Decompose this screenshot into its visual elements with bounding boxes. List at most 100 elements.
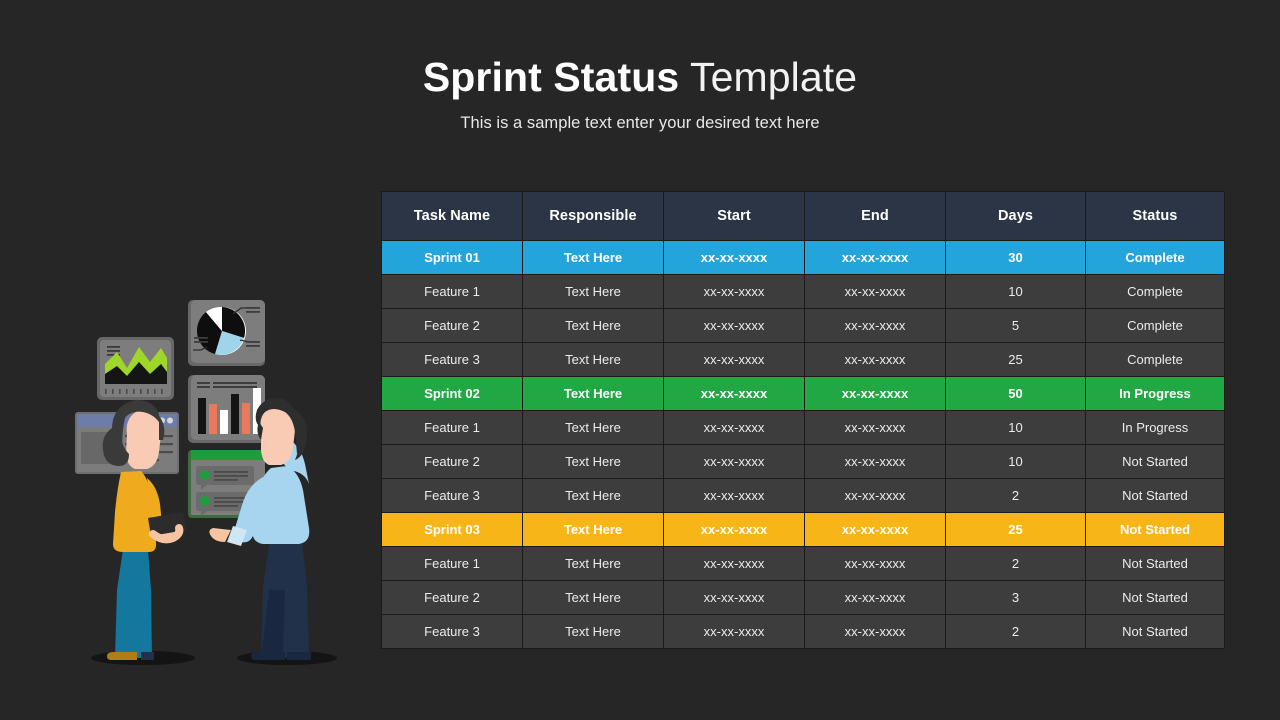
cell-start: xx-xx-xxxx xyxy=(663,240,805,275)
cell-task-name: Feature 2 xyxy=(381,308,523,343)
cell-days: 2 xyxy=(945,478,1086,513)
table-row[interactable]: Feature 2 Text Here xx-xx-xxxx xx-xx-xxxx 5 C… xyxy=(381,308,1225,343)
column-header-end[interactable]: End xyxy=(804,191,946,241)
cell-task-name: Feature 1 xyxy=(381,546,523,581)
cell-status: Not Started xyxy=(1085,546,1225,581)
cell-end: xx-xx-xxxx xyxy=(804,512,946,547)
cell-start: xx-xx-xxxx xyxy=(663,444,805,479)
table-header-row: Task Name Responsible Start End Days Sta… xyxy=(381,191,1225,241)
cell-status: Not Started xyxy=(1085,614,1225,649)
cell-end: xx-xx-xxxx xyxy=(804,546,946,581)
cell-responsible: Text Here xyxy=(522,240,664,275)
cell-days: 25 xyxy=(945,512,1086,547)
cell-task-name: Sprint 01 xyxy=(381,240,523,275)
table-row[interactable]: Feature 2 Text Here xx-xx-xxxx xx-xx-xxxx 10… xyxy=(381,444,1225,479)
cell-status: Not Started xyxy=(1085,444,1225,479)
table-row-sprint[interactable]: Sprint 03 Text Here xx-xx-xxxx xx-xx-xxxx 25… xyxy=(381,512,1225,547)
page-subtitle: This is a sample text enter your desired… xyxy=(460,114,820,132)
area-chart-panel xyxy=(97,337,174,400)
cell-responsible: Text Here xyxy=(522,546,664,581)
cell-days: 25 xyxy=(945,342,1086,377)
cell-task-name: Feature 2 xyxy=(381,444,523,479)
cell-status: In Progress xyxy=(1085,376,1225,411)
cell-responsible: Text Here xyxy=(522,478,664,513)
cell-end: xx-xx-xxxx xyxy=(804,410,946,445)
cell-end: xx-xx-xxxx xyxy=(804,240,946,275)
cell-status: Complete xyxy=(1085,274,1225,309)
cell-start: xx-xx-xxxx xyxy=(663,512,805,547)
page-title-light: Template xyxy=(679,54,858,100)
cell-responsible: Text Here xyxy=(522,444,664,479)
cell-task-name: Feature 1 xyxy=(381,274,523,309)
cell-end: xx-xx-xxxx xyxy=(804,580,946,615)
cell-start: xx-xx-xxxx xyxy=(663,308,805,343)
cell-status: In Progress xyxy=(1085,410,1225,445)
cell-start: xx-xx-xxxx xyxy=(663,478,805,513)
cell-days: 30 xyxy=(945,240,1086,275)
page-title-bold: Sprint Status xyxy=(422,54,680,100)
cell-end: xx-xx-xxxx xyxy=(804,342,946,377)
cell-start: xx-xx-xxxx xyxy=(663,376,805,411)
cell-days: 2 xyxy=(945,614,1086,649)
page-title: Sprint Status Template xyxy=(0,52,1280,102)
cell-task-name: Feature 3 xyxy=(381,478,523,513)
cell-days: 3 xyxy=(945,580,1086,615)
cell-end: xx-xx-xxxx xyxy=(804,444,946,479)
slide-canvas: Sprint Status Template This is a sample … xyxy=(0,0,1280,720)
table-body: Sprint 01 Text Here xx-xx-xxxx xx-xx-xxxx 30… xyxy=(381,240,1225,649)
cell-end: xx-xx-xxxx xyxy=(804,274,946,309)
team-analytics-dashboard-illustration xyxy=(55,290,360,670)
cell-start: xx-xx-xxxx xyxy=(663,342,805,377)
cell-days: 10 xyxy=(945,274,1086,309)
column-header-status[interactable]: Status xyxy=(1085,191,1225,241)
cell-task-name: Feature 2 xyxy=(381,580,523,615)
cell-responsible: Text Here xyxy=(522,274,664,309)
cell-responsible: Text Here xyxy=(522,308,664,343)
cell-start: xx-xx-xxxx xyxy=(663,614,805,649)
cell-days: 10 xyxy=(945,410,1086,445)
column-header-task-name[interactable]: Task Name xyxy=(381,191,523,241)
cell-responsible: Text Here xyxy=(522,580,664,615)
table-row[interactable]: Feature 1 Text Here xx-xx-xxxx xx-xx-xxxx 10… xyxy=(381,410,1225,445)
sprint-status-table: Task Name Responsible Start End Days Sta… xyxy=(381,191,1225,649)
table-row-sprint[interactable]: Sprint 01 Text Here xx-xx-xxxx xx-xx-xxxx 30… xyxy=(381,240,1225,275)
cell-task-name: Feature 3 xyxy=(381,342,523,377)
cell-days: 2 xyxy=(945,546,1086,581)
table-row-sprint[interactable]: Sprint 02 Text Here xx-xx-xxxx xx-xx-xxxx 50… xyxy=(381,376,1225,411)
column-header-days[interactable]: Days xyxy=(945,191,1086,241)
cell-responsible: Text Here xyxy=(522,512,664,547)
table-row[interactable]: Feature 2 Text Here xx-xx-xxxx xx-xx-xxxx 3 N… xyxy=(381,580,1225,615)
table-row[interactable]: Feature 3 Text Here xx-xx-xxxx xx-xx-xxxx 2 N… xyxy=(381,478,1225,513)
cell-end: xx-xx-xxxx xyxy=(804,308,946,343)
cell-responsible: Text Here xyxy=(522,342,664,377)
cell-end: xx-xx-xxxx xyxy=(804,376,946,411)
cell-responsible: Text Here xyxy=(522,410,664,445)
cell-days: 5 xyxy=(945,308,1086,343)
table-header: Task Name Responsible Start End Days Sta… xyxy=(381,191,1225,241)
cell-task-name: Sprint 03 xyxy=(381,512,523,547)
cell-start: xx-xx-xxxx xyxy=(663,274,805,309)
cell-status: Complete xyxy=(1085,308,1225,343)
cell-days: 10 xyxy=(945,444,1086,479)
table-row[interactable]: Feature 3 Text Here xx-xx-xxxx xx-xx-xxxx 2 N… xyxy=(381,614,1225,649)
cell-status: Complete xyxy=(1085,240,1225,275)
table-row[interactable]: Feature 3 Text Here xx-xx-xxxx xx-xx-xxxx 25… xyxy=(381,342,1225,377)
bar-chart-panel xyxy=(188,375,265,443)
cell-status: Not Started xyxy=(1085,478,1225,513)
column-header-start[interactable]: Start xyxy=(663,191,805,241)
sprint-status-table-container: Task Name Responsible Start End Days Sta… xyxy=(381,191,1225,649)
cell-end: xx-xx-xxxx xyxy=(804,614,946,649)
table-row[interactable]: Feature 1 Text Here xx-xx-xxxx xx-xx-xxxx 2 N… xyxy=(381,546,1225,581)
cell-task-name: Feature 1 xyxy=(381,410,523,445)
cell-days: 50 xyxy=(945,376,1086,411)
header: Sprint Status Template This is a sample … xyxy=(0,52,1280,133)
column-header-responsible[interactable]: Responsible xyxy=(522,191,664,241)
cell-task-name: Feature 3 xyxy=(381,614,523,649)
cell-start: xx-xx-xxxx xyxy=(663,546,805,581)
cell-responsible: Text Here xyxy=(522,376,664,411)
cell-start: xx-xx-xxxx xyxy=(663,410,805,445)
cell-status: Complete xyxy=(1085,342,1225,377)
cell-task-name: Sprint 02 xyxy=(381,376,523,411)
table-row[interactable]: Feature 1 Text Here xx-xx-xxxx xx-xx-xxxx 10… xyxy=(381,274,1225,309)
cell-responsible: Text Here xyxy=(522,614,664,649)
